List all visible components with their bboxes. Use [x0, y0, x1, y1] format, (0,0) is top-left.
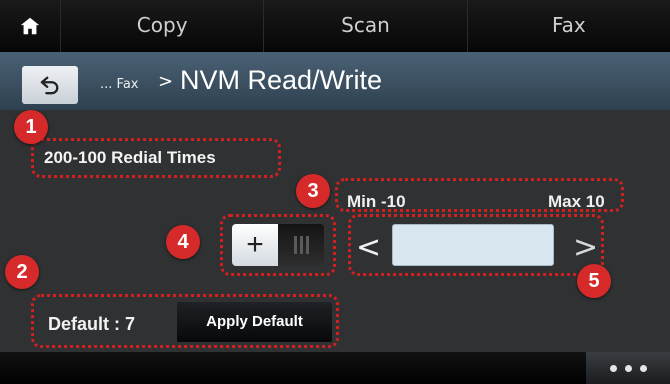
default-value-label: Default : 7: [48, 314, 136, 334]
more-dots-icon[interactable]: [586, 352, 670, 384]
plus-toggle-option[interactable]: +: [232, 224, 278, 266]
tab-copy[interactable]: Copy: [61, 0, 265, 52]
top-nav-bar: Copy Scan Fax: [0, 0, 670, 52]
breadcrumb-separator: >: [158, 71, 174, 92]
callout-marker-3: 3: [296, 174, 330, 208]
minus-bars-icon[interactable]: [278, 224, 324, 266]
value-input[interactable]: [392, 224, 554, 266]
callout-marker-4: 4: [166, 225, 200, 259]
callout-marker-5: 5: [577, 264, 611, 298]
setting-name-label: 200-100 Redial Times: [44, 148, 216, 167]
bottom-bar: [0, 352, 670, 384]
max-value-label: Max 10: [548, 192, 605, 211]
back-button[interactable]: [22, 66, 78, 104]
home-button[interactable]: [0, 0, 61, 52]
increase-arrow-button[interactable]: >: [573, 230, 598, 265]
callout-marker-2: 2: [5, 255, 39, 289]
tab-fax[interactable]: Fax: [468, 0, 670, 52]
sign-toggle[interactable]: +: [232, 224, 324, 266]
page-title: NVM Read/Write: [180, 65, 383, 95]
tab-scan[interactable]: Scan: [264, 0, 468, 52]
home-icon: [20, 17, 40, 35]
back-arrow-icon: [40, 76, 59, 95]
callout-marker-1: 1: [14, 110, 48, 144]
breadcrumb-bar: ... Fax > NVM Read/Write: [0, 52, 670, 110]
min-value-label: Min -10: [347, 192, 406, 211]
decrease-arrow-button[interactable]: <: [356, 230, 381, 265]
breadcrumb-parent[interactable]: ... Fax: [100, 77, 138, 92]
apply-default-button[interactable]: Apply Default: [177, 302, 332, 342]
